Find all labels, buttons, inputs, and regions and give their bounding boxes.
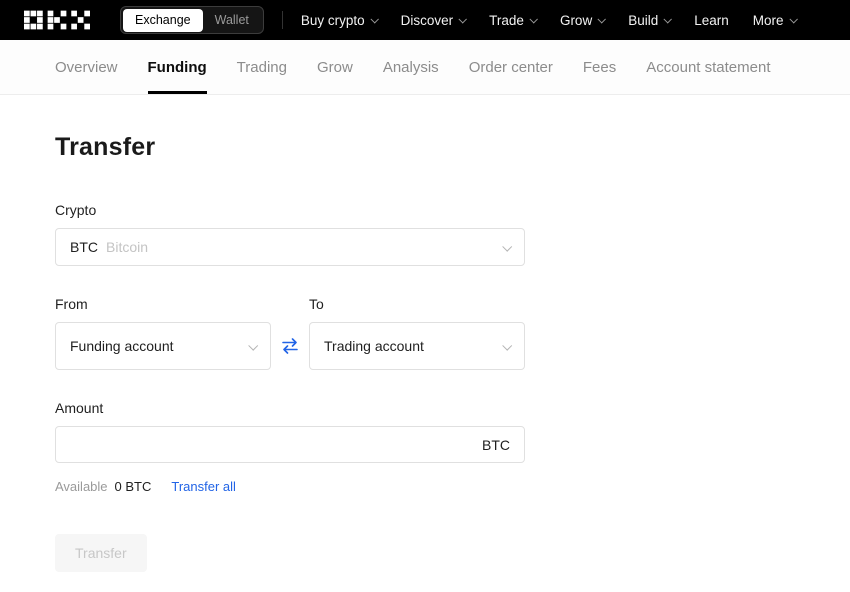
account-tabbar: Overview Funding Trading Grow Analysis O… bbox=[0, 40, 850, 95]
crypto-name: Bitcoin bbox=[106, 239, 149, 255]
to-account-value: Trading account bbox=[324, 338, 424, 354]
amount-field: Amount BTC Available 0 BTC Transfer all bbox=[55, 400, 850, 494]
nav-item-discover[interactable]: Discover bbox=[400, 12, 468, 28]
chevron-down-icon bbox=[502, 340, 513, 351]
nav-item-more[interactable]: More bbox=[752, 12, 798, 28]
tab-account-statement[interactable]: Account statement bbox=[646, 40, 770, 94]
tab-order-center[interactable]: Order center bbox=[469, 40, 553, 94]
nav-item-trade[interactable]: Trade bbox=[489, 12, 538, 28]
nav-item-buy-crypto[interactable]: Buy crypto bbox=[300, 12, 379, 28]
nav-item-label: More bbox=[752, 12, 784, 28]
nav-item-label: Learn bbox=[694, 12, 729, 28]
chevron-down-icon bbox=[597, 15, 607, 24]
chevron-down-icon bbox=[788, 15, 798, 24]
swap-arrows-icon bbox=[282, 338, 298, 354]
crypto-select[interactable]: BTC Bitcoin bbox=[55, 228, 525, 266]
nav-item-learn[interactable]: Learn bbox=[694, 13, 729, 28]
available-row: Available 0 BTC Transfer all bbox=[55, 479, 850, 494]
exchange-wallet-toggle: Exchange Wallet bbox=[120, 6, 264, 34]
wallet-toggle-button[interactable]: Wallet bbox=[203, 9, 261, 32]
to-field: To Trading account bbox=[309, 296, 525, 370]
transfer-submit-button[interactable]: Transfer bbox=[55, 534, 147, 572]
chevron-down-icon bbox=[502, 241, 513, 252]
amount-input[interactable] bbox=[70, 427, 472, 462]
nav-item-grow[interactable]: Grow bbox=[559, 12, 607, 28]
nav-item-label: Grow bbox=[559, 12, 593, 28]
navbar-menu: Buy crypto Discover Trade Grow Build Lea… bbox=[300, 12, 798, 28]
amount-label: Amount bbox=[55, 400, 104, 416]
chevron-down-icon bbox=[663, 15, 673, 24]
from-field: From Funding account bbox=[55, 296, 271, 370]
nav-item-build[interactable]: Build bbox=[628, 12, 673, 28]
tab-funding[interactable]: Funding bbox=[147, 40, 207, 94]
tab-grow[interactable]: Grow bbox=[317, 40, 353, 94]
amount-currency-suffix: BTC bbox=[482, 436, 510, 453]
chevron-down-icon bbox=[370, 15, 379, 24]
nav-item-label: Trade bbox=[489, 12, 524, 28]
okx-logo-icon bbox=[24, 10, 90, 30]
from-account-select[interactable]: Funding account bbox=[55, 322, 271, 370]
tab-analysis[interactable]: Analysis bbox=[383, 40, 439, 94]
crypto-field: Crypto BTC Bitcoin bbox=[55, 202, 850, 266]
navbar-divider bbox=[281, 11, 283, 29]
nav-item-label: Buy crypto bbox=[300, 12, 365, 28]
nav-item-label: Discover bbox=[400, 12, 454, 28]
exchange-toggle-button[interactable]: Exchange bbox=[123, 8, 203, 32]
page-title: Transfer bbox=[55, 133, 156, 161]
swap-accounts-button[interactable] bbox=[271, 322, 309, 370]
from-label: From bbox=[55, 296, 88, 312]
transfer-form: Transfer Crypto BTC Bitcoin From Funding… bbox=[0, 95, 850, 572]
to-label: To bbox=[309, 296, 324, 312]
crypto-label: Crypto bbox=[55, 202, 97, 218]
chevron-down-icon bbox=[529, 15, 538, 24]
tab-overview[interactable]: Overview bbox=[55, 40, 118, 94]
amount-input-box: BTC bbox=[55, 426, 525, 463]
available-label: Available bbox=[55, 479, 108, 494]
transfer-all-link[interactable]: Transfer all bbox=[171, 479, 236, 494]
chevron-down-icon bbox=[458, 15, 468, 24]
nav-item-label: Build bbox=[628, 12, 659, 28]
from-to-row: From Funding account To Trading account bbox=[55, 296, 525, 370]
tab-trading[interactable]: Trading bbox=[237, 40, 287, 94]
crypto-symbol: BTC bbox=[70, 239, 98, 255]
okx-logo[interactable] bbox=[24, 9, 90, 31]
top-navbar: Exchange Wallet Buy crypto Discover Trad… bbox=[0, 0, 850, 40]
tab-fees[interactable]: Fees bbox=[583, 40, 616, 94]
chevron-down-icon bbox=[248, 340, 259, 351]
to-account-select[interactable]: Trading account bbox=[309, 322, 525, 370]
available-value: 0 BTC bbox=[114, 479, 152, 494]
from-account-value: Funding account bbox=[70, 338, 174, 354]
